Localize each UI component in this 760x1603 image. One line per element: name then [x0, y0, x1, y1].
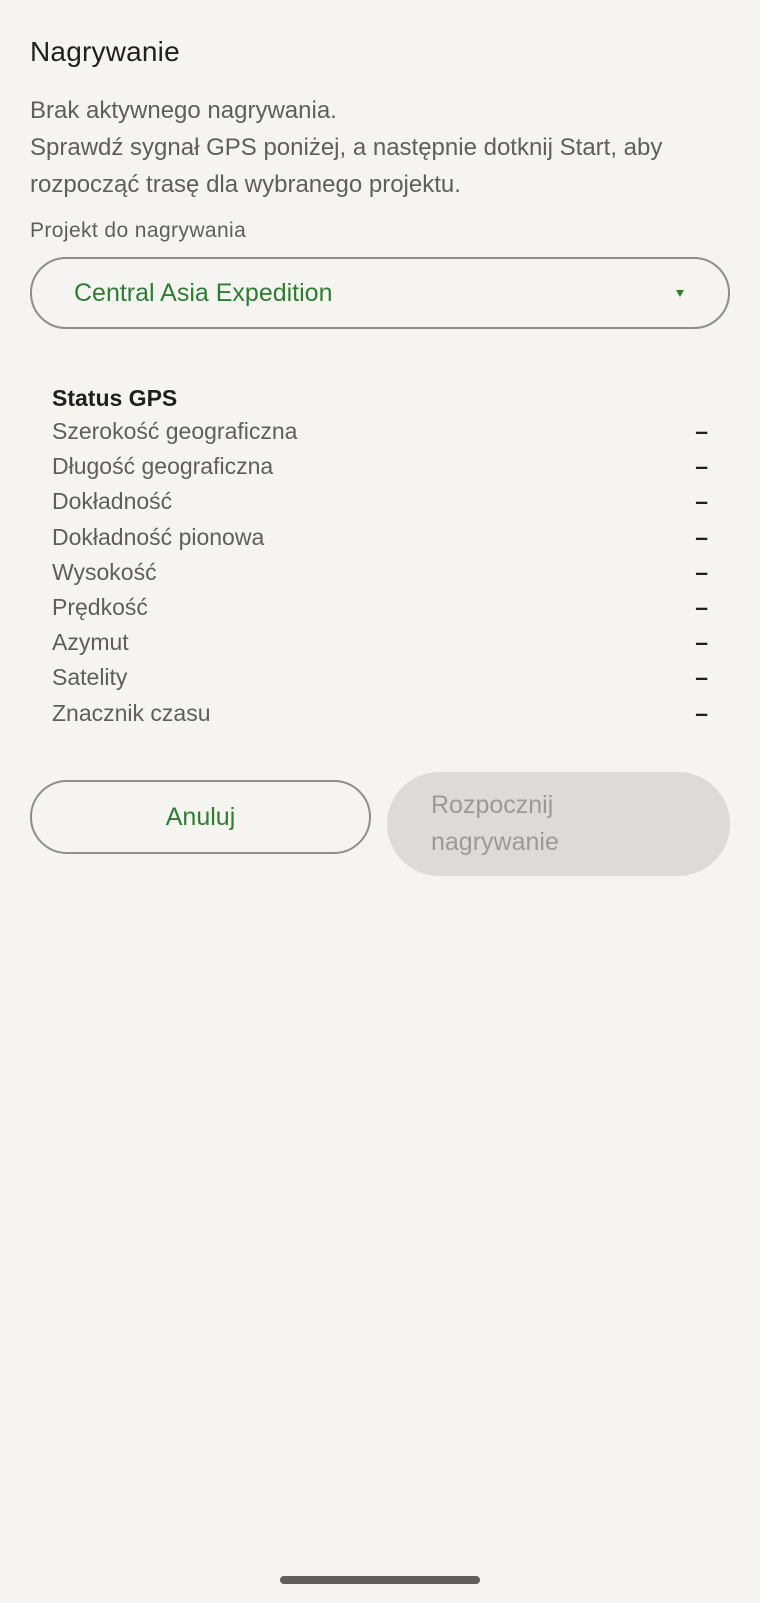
- gps-row-latitude: Szerokość geograficzna –: [52, 414, 708, 449]
- gps-row-value: –: [695, 699, 708, 726]
- gps-row-value: –: [695, 629, 708, 656]
- instruction-text: Sprawdź sygnał GPS poniżej, a następnie …: [30, 134, 663, 198]
- gps-row-value: –: [695, 558, 708, 585]
- home-indicator[interactable]: [280, 1576, 480, 1584]
- project-dropdown[interactable]: Central Asia Expedition: [30, 257, 730, 329]
- gps-row-satellites: Satelity –: [52, 660, 708, 695]
- dropdown-arrow-icon: [676, 289, 684, 297]
- gps-row-label: Znacznik czasu: [52, 699, 211, 726]
- cancel-button[interactable]: Anuluj: [30, 780, 371, 854]
- gps-status-panel: Status GPS Szerokość geograficzna – Dług…: [52, 382, 708, 731]
- gps-row-longitude: Długość geograficzna –: [52, 449, 708, 484]
- recording-screen: Nagrywanie Brak aktywnego nagrywania. Sp…: [0, 0, 760, 1603]
- gps-row-timestamp: Znacznik czasu –: [52, 696, 708, 731]
- gps-row-label: Satelity: [52, 664, 128, 691]
- gps-row-accuracy: Dokładność –: [52, 484, 708, 519]
- gps-row-label: Prędkość: [52, 594, 148, 621]
- gps-row-speed: Prędkość –: [52, 590, 708, 625]
- gps-row-altitude: Wysokość –: [52, 555, 708, 590]
- gps-row-label: Długość geograficzna: [52, 453, 274, 480]
- project-dropdown-value: Central Asia Expedition: [74, 278, 333, 307]
- gps-row-vertical-accuracy: Dokładność pionowa –: [52, 520, 708, 555]
- start-recording-button: Rozpocznij nagrywanie: [387, 772, 730, 876]
- gps-row-label: Szerokość geograficzna: [52, 418, 298, 445]
- gps-row-value: –: [695, 418, 708, 445]
- gps-row-value: –: [695, 453, 708, 480]
- status-description: Brak aktywnego nagrywania. Sprawdź sygna…: [30, 92, 730, 203]
- gps-row-label: Wysokość: [52, 558, 157, 585]
- status-line: Brak aktywnego nagrywania.: [30, 97, 337, 124]
- gps-row-label: Dokładność: [52, 488, 173, 515]
- gps-row-label: Dokładność pionowa: [52, 523, 265, 550]
- gps-row-value: –: [695, 664, 708, 691]
- project-field-label: Projekt do nagrywania: [30, 219, 247, 242]
- gps-row-value: –: [695, 594, 708, 621]
- start-recording-label: Rozpocznij nagrywanie: [431, 791, 559, 856]
- gps-status-title: Status GPS: [52, 385, 178, 411]
- gps-row-bearing: Azymut –: [52, 625, 708, 660]
- gps-row-value: –: [695, 523, 708, 550]
- gps-row-value: –: [695, 488, 708, 515]
- gps-row-label: Azymut: [52, 629, 129, 656]
- page-title: Nagrywanie: [30, 36, 180, 67]
